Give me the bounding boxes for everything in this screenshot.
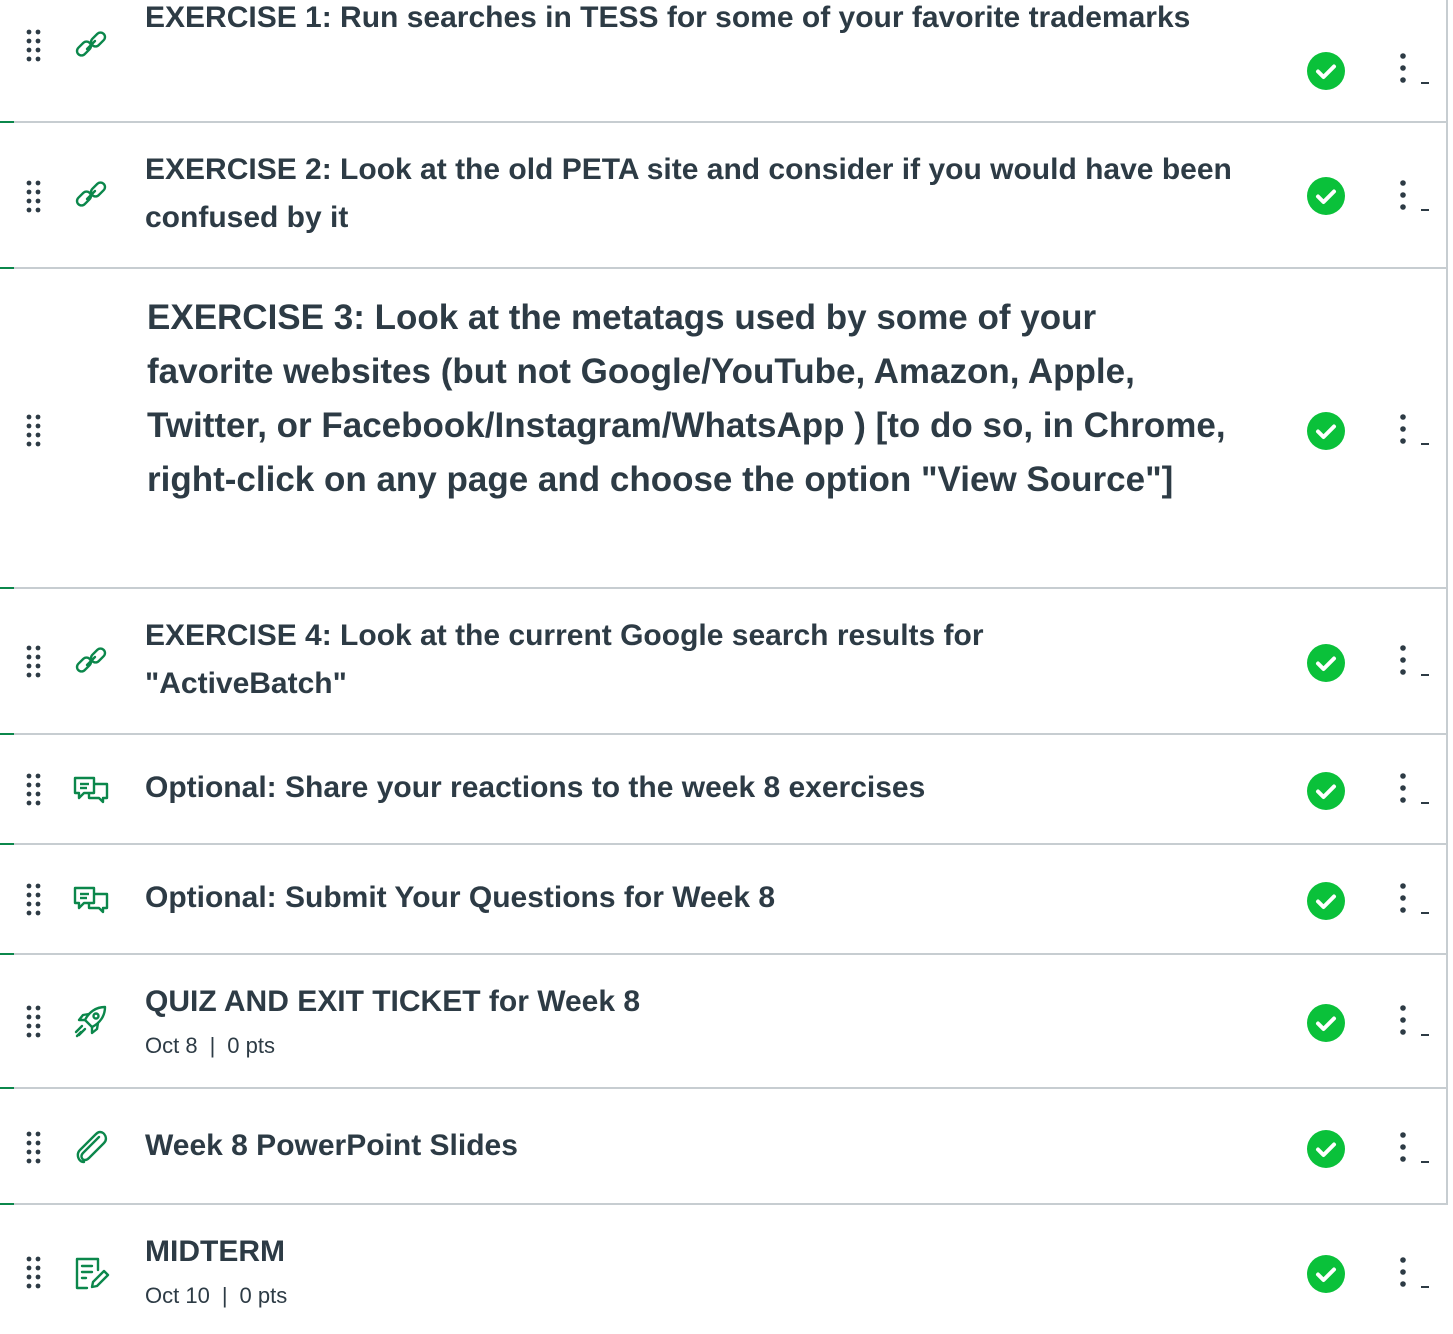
more-options-icon[interactable] [1392, 50, 1436, 90]
module-item-submit-questions[interactable]: Optional: Submit Your Questions for Week… [0, 845, 1448, 953]
due-date: Oct 8 [145, 1033, 198, 1058]
completed-check-icon [1307, 177, 1345, 215]
drag-handle-icon[interactable] [24, 1004, 44, 1038]
more-options-icon[interactable] [1392, 411, 1436, 451]
meta-separator: | [209, 1033, 216, 1058]
attachment-icon [72, 1128, 110, 1166]
points: 0 pts [227, 1033, 275, 1058]
item-title[interactable]: EXERCISE 3: Look at the metatags used by… [147, 291, 1227, 507]
discussion-icon [72, 880, 110, 918]
more-options-icon[interactable] [1392, 1254, 1436, 1294]
drag-handle-icon[interactable] [24, 179, 44, 213]
meta-separator: | [221, 1283, 228, 1308]
discussion-icon [72, 770, 110, 808]
item-title[interactable]: Week 8 PowerPoint Slides [145, 1122, 1245, 1170]
item-meta: Oct 10 | 0 pts [145, 1282, 287, 1310]
module-item-exercise-2[interactable]: EXERCISE 2: Look at the old PETA site an… [0, 123, 1448, 267]
module-item-powerpoint-slides[interactable]: Week 8 PowerPoint Slides [0, 1089, 1448, 1203]
module-items-list: EXERCISE 1: Run searches in TESS for som… [0, 0, 1453, 1334]
more-options-icon[interactable] [1392, 880, 1436, 920]
item-title[interactable]: EXERCISE 2: Look at the old PETA site an… [145, 146, 1255, 242]
drag-handle-icon[interactable] [24, 1255, 44, 1289]
quiz-rocket-icon [72, 1002, 110, 1040]
item-meta: Oct 8 | 0 pts [145, 1032, 275, 1060]
item-title[interactable]: EXERCISE 1: Run searches in TESS for som… [145, 0, 1225, 42]
more-options-icon[interactable] [1392, 177, 1436, 217]
completed-check-icon [1307, 52, 1345, 90]
more-options-icon[interactable] [1392, 1129, 1436, 1169]
completed-check-icon [1307, 644, 1345, 682]
more-options-icon[interactable] [1392, 642, 1436, 682]
drag-handle-icon[interactable] [24, 1130, 44, 1164]
due-date: Oct 10 [145, 1283, 210, 1308]
completed-check-icon [1307, 1004, 1345, 1042]
item-title[interactable]: Optional: Submit Your Questions for Week… [145, 874, 1245, 922]
completed-check-icon [1307, 412, 1345, 450]
link-icon [72, 642, 110, 680]
link-icon [72, 176, 110, 214]
completed-check-icon [1307, 1255, 1345, 1293]
drag-handle-icon[interactable] [24, 882, 44, 916]
assignment-icon [72, 1254, 110, 1292]
more-options-icon[interactable] [1392, 1002, 1436, 1042]
more-options-icon[interactable] [1392, 770, 1436, 810]
drag-handle-icon[interactable] [24, 28, 44, 62]
drag-handle-icon[interactable] [24, 644, 44, 678]
completed-check-icon [1307, 882, 1345, 920]
drag-handle-icon[interactable] [24, 772, 44, 806]
item-title[interactable]: QUIZ AND EXIT TICKET for Week 8 [145, 978, 1245, 1026]
module-item-exercise-1[interactable]: EXERCISE 1: Run searches in TESS for som… [0, 0, 1448, 121]
item-title[interactable]: MIDTERM [145, 1228, 1245, 1276]
module-item-quiz-exit-ticket[interactable]: QUIZ AND EXIT TICKET for Week 8 Oct 8 | 0 … [0, 955, 1448, 1087]
drag-handle-icon[interactable] [24, 413, 44, 447]
item-title[interactable]: EXERCISE 4: Look at the current Google s… [145, 612, 1145, 708]
link-icon [72, 26, 110, 64]
completed-check-icon [1307, 772, 1345, 810]
completed-check-icon [1307, 1130, 1345, 1168]
module-item-share-reactions[interactable]: Optional: Share your reactions to the we… [0, 735, 1448, 843]
module-item-exercise-3[interactable]: EXERCISE 3: Look at the metatags used by… [0, 269, 1448, 587]
module-item-midterm[interactable]: MIDTERM Oct 10 | 0 pts [0, 1205, 1448, 1334]
module-item-exercise-4[interactable]: EXERCISE 4: Look at the current Google s… [0, 589, 1448, 733]
item-title[interactable]: Optional: Share your reactions to the we… [145, 764, 1245, 812]
points: 0 pts [239, 1283, 288, 1308]
